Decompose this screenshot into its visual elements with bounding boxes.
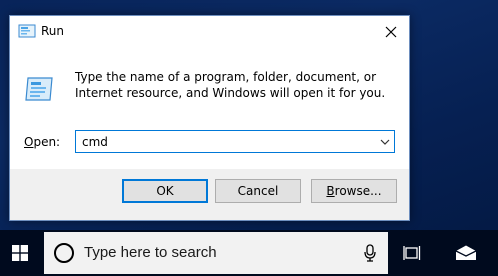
close-icon	[385, 26, 397, 37]
mail-icon	[455, 245, 477, 260]
open-input-value[interactable]: cmd	[82, 135, 108, 149]
browse-button-accelerator: B	[326, 184, 335, 198]
chevron-down-icon[interactable]	[380, 137, 390, 147]
mail-button[interactable]	[446, 230, 486, 276]
ok-button[interactable]: OK	[122, 179, 208, 203]
cancel-button[interactable]: Cancel	[215, 179, 301, 203]
open-label: Open:	[24, 135, 60, 149]
cortana-icon	[54, 243, 74, 263]
close-button[interactable]	[373, 16, 409, 47]
open-label-text: pen:	[33, 135, 61, 149]
microphone-icon[interactable]	[364, 244, 376, 262]
windows-logo-icon	[12, 245, 28, 261]
run-program-icon	[25, 77, 53, 101]
open-combobox[interactable]: cmd	[75, 130, 395, 153]
task-view-button[interactable]	[396, 230, 428, 276]
dialog-message: Type the name of a program, folder, docu…	[75, 70, 386, 100]
task-view-icon	[403, 246, 421, 260]
start-button[interactable]	[0, 230, 40, 276]
run-dialog: Run Type the name of a program, folder, …	[9, 15, 410, 221]
dialog-footer: OK Cancel Browse...	[10, 169, 409, 220]
title-bar[interactable]: Run	[10, 16, 409, 47]
browse-button[interactable]: Browse...	[311, 179, 397, 203]
dialog-title: Run	[41, 24, 65, 38]
taskbar-search-box[interactable]: Type here to search	[44, 232, 388, 274]
browse-button-text: rowse...	[334, 184, 382, 198]
dialog-body: Type the name of a program, folder, docu…	[10, 47, 409, 169]
taskbar: Type here to search	[0, 230, 498, 276]
run-app-icon	[18, 24, 36, 38]
search-placeholder[interactable]: Type here to search	[84, 244, 217, 261]
